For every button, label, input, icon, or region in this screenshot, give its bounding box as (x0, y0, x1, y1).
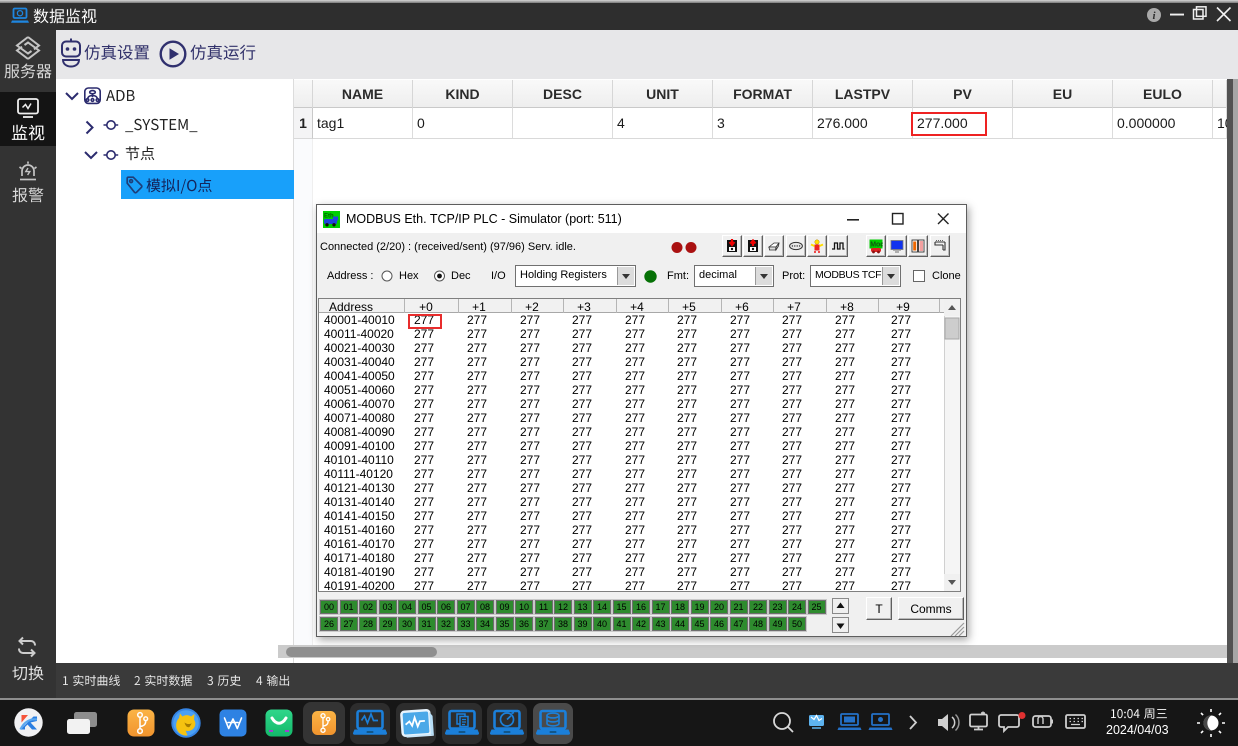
svg-text:Mod: Mod (870, 242, 883, 249)
svg-text:Eth: Eth (324, 214, 334, 220)
